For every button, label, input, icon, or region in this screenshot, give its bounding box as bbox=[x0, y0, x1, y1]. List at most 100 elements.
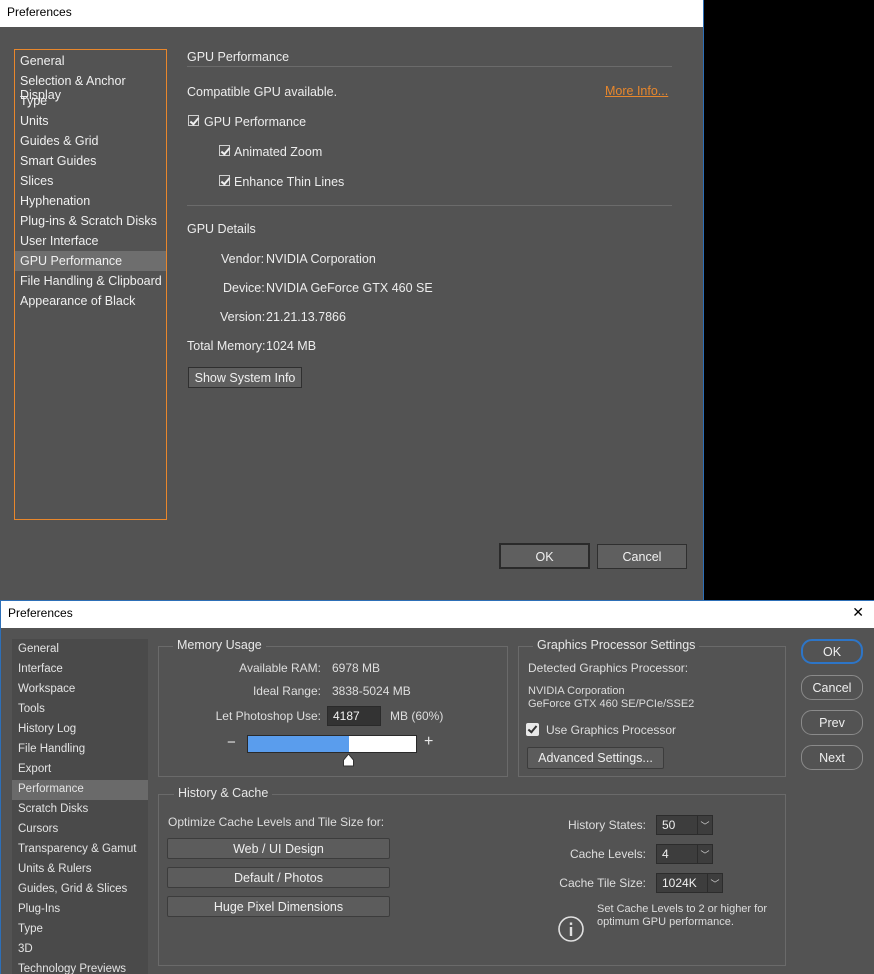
cache-levels-select[interactable]: 4 ﹀ bbox=[656, 844, 713, 864]
chevron-down-icon: ﹀ bbox=[707, 874, 722, 892]
animated-zoom-label: Animated Zoom bbox=[234, 145, 323, 159]
enhance-thin-lines-checkbox[interactable] bbox=[219, 175, 230, 186]
vendor-label: Vendor: bbox=[221, 252, 265, 266]
vendor-value: NVIDIA Corporation bbox=[266, 252, 376, 266]
compatible-gpu-text: Compatible GPU available. bbox=[187, 85, 338, 99]
preferences-sidebar: General Interface Workspace Tools History Lo… bbox=[12, 639, 148, 974]
sidebar-item-tools[interactable]: Tools bbox=[12, 700, 148, 720]
sidebar-item-guides-grid-slices[interactable]: Guides, Grid & Slices bbox=[12, 880, 148, 900]
decrease-memory-button[interactable]: − bbox=[227, 734, 236, 751]
illustrator-preferences-window: Preferences General Selection & Anchor Di… bbox=[0, 0, 704, 600]
sidebar-item-cursors[interactable]: Cursors bbox=[12, 820, 148, 840]
gpu-performance-label: GPU Performance bbox=[204, 115, 307, 129]
available-ram-value: 6978 MB bbox=[332, 661, 381, 675]
prev-button[interactable]: Prev bbox=[801, 710, 863, 735]
sidebar-item-export[interactable]: Export bbox=[12, 760, 148, 780]
sidebar-item-selection-anchor-display[interactable]: Selection & Anchor Display bbox=[15, 71, 166, 102]
cancel-button[interactable]: Cancel bbox=[597, 544, 687, 569]
gpu-vendor-text: NVIDIA Corporation bbox=[528, 685, 625, 697]
sidebar-item-interface[interactable]: Interface bbox=[12, 660, 148, 680]
sidebar-item-3d[interactable]: 3D bbox=[12, 940, 148, 960]
memory-slider-track[interactable] bbox=[247, 735, 417, 753]
cache-tile-size-value: 1024K bbox=[662, 876, 697, 890]
next-button[interactable]: Next bbox=[801, 745, 863, 770]
sidebar-item-workspace[interactable]: Workspace bbox=[12, 680, 148, 700]
info-icon bbox=[557, 915, 585, 943]
sidebar-item-guides-grid[interactable]: Guides & Grid bbox=[15, 131, 166, 151]
history-states-label: History States: bbox=[567, 818, 646, 832]
chevron-down-icon: ﹀ bbox=[697, 816, 712, 834]
show-system-info-button[interactable]: Show System Info bbox=[188, 367, 302, 388]
sidebar-item-general[interactable]: General bbox=[12, 640, 148, 660]
memory-slider-fill bbox=[248, 736, 349, 752]
sidebar-item-units[interactable]: Units bbox=[15, 111, 166, 131]
advanced-settings-button[interactable]: Advanced Settings... bbox=[527, 747, 664, 769]
title-bar: Preferences ✕ bbox=[1, 601, 874, 628]
cache-levels-value: 4 bbox=[662, 847, 669, 861]
enhance-thin-lines-label: Enhance Thin Lines bbox=[234, 175, 345, 189]
sidebar-item-plug-ins[interactable]: Plug-Ins bbox=[12, 900, 148, 920]
sidebar-item-performance[interactable]: Performance bbox=[12, 780, 148, 800]
more-info-link[interactable]: More Info... bbox=[605, 84, 668, 98]
sidebar-item-type[interactable]: Type bbox=[12, 920, 148, 940]
sidebar-item-gpu-performance[interactable]: GPU Performance bbox=[15, 251, 166, 271]
sidebar-item-file-handling[interactable]: File Handling bbox=[12, 740, 148, 760]
sidebar-item-units-rulers[interactable]: Units & Rulers bbox=[12, 860, 148, 880]
preferences-sidebar: General Selection & Anchor Display Type Uni… bbox=[14, 49, 167, 520]
sidebar-item-type[interactable]: Type bbox=[15, 91, 166, 111]
device-value: NVIDIA GeForce GTX 460 SE bbox=[266, 281, 433, 295]
gpu-tip-line-2: optimum GPU performance. bbox=[597, 916, 734, 928]
divider bbox=[187, 66, 672, 67]
ok-button[interactable]: OK bbox=[801, 639, 863, 664]
cache-tile-size-select[interactable]: 1024K ﹀ bbox=[656, 873, 723, 893]
use-graphics-processor-checkbox[interactable] bbox=[526, 723, 539, 736]
sidebar-item-slices[interactable]: Slices bbox=[15, 171, 166, 191]
memory-unit-label: MB (60%) bbox=[390, 709, 444, 723]
history-states-value: 50 bbox=[662, 818, 676, 832]
total-memory-value: 1024 MB bbox=[266, 339, 317, 353]
cache-tile-size-label: Cache Tile Size: bbox=[559, 876, 646, 890]
sidebar-item-file-handling-clipboard[interactable]: File Handling & Clipboard bbox=[15, 271, 166, 291]
increase-memory-button[interactable]: + bbox=[424, 733, 433, 751]
huge-pixel-dimensions-button[interactable]: Huge Pixel Dimensions bbox=[167, 896, 390, 917]
use-graphics-processor-label: Use Graphics Processor bbox=[546, 723, 677, 737]
history-states-select[interactable]: 50 ﹀ bbox=[656, 815, 713, 835]
sidebar-item-appearance-of-black[interactable]: Appearance of Black bbox=[15, 291, 166, 311]
memory-usage-title: Memory Usage bbox=[173, 638, 266, 652]
device-label: Device: bbox=[223, 281, 265, 295]
sidebar-item-transparency-gamut[interactable]: Transparency & Gamut bbox=[12, 840, 148, 860]
gpu-model-text: GeForce GTX 460 SE/PCIe/SSE2 bbox=[528, 698, 695, 710]
sidebar-item-technology-previews[interactable]: Technology Previews bbox=[12, 960, 148, 974]
sidebar-item-history-log[interactable]: History Log bbox=[12, 720, 148, 740]
ideal-range-value: 3838-5024 MB bbox=[332, 684, 411, 698]
history-cache-title: History & Cache bbox=[174, 786, 273, 800]
sidebar-item-scratch-disks[interactable]: Scratch Disks bbox=[12, 800, 148, 820]
divider bbox=[187, 205, 672, 206]
animated-zoom-checkbox[interactable] bbox=[219, 145, 230, 156]
gpu-performance-checkbox[interactable] bbox=[188, 115, 199, 126]
total-memory-label: Total Memory: bbox=[187, 339, 266, 353]
version-label: Version: bbox=[220, 310, 266, 324]
web-ui-design-button[interactable]: Web / UI Design bbox=[167, 838, 390, 859]
sidebar-item-hyphenation[interactable]: Hyphenation bbox=[15, 191, 166, 211]
window-title: Preferences bbox=[7, 5, 72, 19]
memory-use-input[interactable]: 4187 bbox=[327, 706, 381, 726]
photoshop-preferences-window: Preferences ✕ General Interface Workspace T… bbox=[0, 600, 874, 974]
memory-slider-thumb[interactable] bbox=[343, 753, 355, 767]
available-ram-label: Available RAM: bbox=[239, 661, 321, 675]
title-bar: Preferences bbox=[0, 0, 703, 27]
cancel-button[interactable]: Cancel bbox=[801, 675, 863, 700]
close-icon[interactable]: ✕ bbox=[852, 604, 864, 621]
sidebar-item-general[interactable]: General bbox=[15, 51, 166, 71]
sidebar-item-smart-guides[interactable]: Smart Guides bbox=[15, 151, 166, 171]
window-title: Preferences bbox=[8, 606, 73, 620]
let-photoshop-use-label: Let Photoshop Use: bbox=[215, 709, 321, 723]
ok-button[interactable]: OK bbox=[499, 543, 590, 569]
optimize-label: Optimize Cache Levels and Tile Size for: bbox=[168, 815, 385, 829]
version-value: 21.21.13.7866 bbox=[266, 310, 346, 324]
sidebar-item-plug-ins-scratch-disks[interactable]: Plug-ins & Scratch Disks bbox=[15, 211, 166, 231]
section-title: GPU Performance bbox=[187, 50, 290, 64]
default-photos-button[interactable]: Default / Photos bbox=[167, 867, 390, 888]
sidebar-item-user-interface[interactable]: User Interface bbox=[15, 231, 166, 251]
gpu-tip-line-1: Set Cache Levels to 2 or higher for bbox=[597, 903, 767, 915]
